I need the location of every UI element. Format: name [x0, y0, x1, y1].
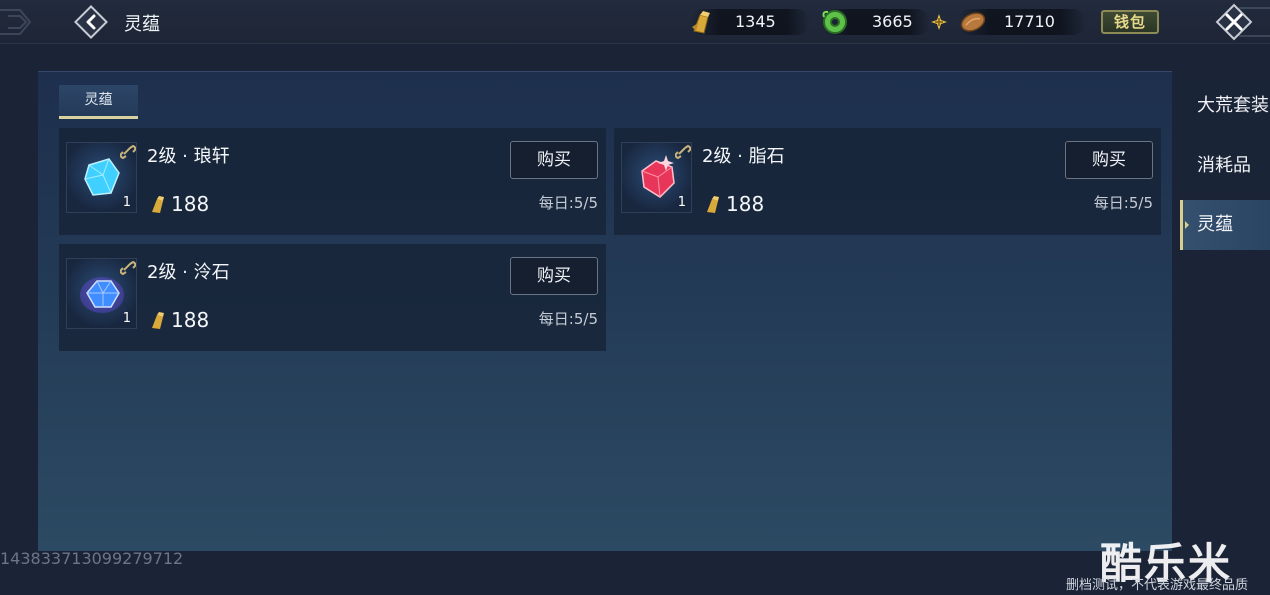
add-currency-icon[interactable] [930, 13, 948, 31]
buy-button[interactable]: 购买 [1065, 141, 1153, 179]
currency-gold-value: 1345 [735, 12, 776, 31]
shop-panel: 灵蕴 1 2级 · 琅轩 188 购买 每日:5/5 1 2级 · 脂石 188… [38, 71, 1172, 551]
copper-coin-icon [960, 12, 986, 32]
gold-ingot-icon [152, 312, 164, 329]
jade-coin-icon [822, 10, 847, 34]
close-button[interactable] [1210, 0, 1258, 44]
daily-limit: 每日:5/5 [1093, 194, 1153, 212]
user-id: 1438337130992​79712 [0, 549, 184, 568]
back-button[interactable] [74, 5, 108, 39]
shop-item-card: 1 2级 · 脂石 188 购买 每日:5/5 [614, 128, 1161, 235]
item-price: 188 [726, 192, 765, 216]
currency-copper-value: 17710 [1004, 12, 1055, 31]
shop-item-card: 1 2级 · 琅轩 188 购买 每日:5/5 [59, 128, 606, 235]
item-price: 188 [171, 192, 210, 216]
gold-ingot-icon [152, 196, 164, 213]
daily-limit: 每日:5/5 [538, 310, 598, 328]
ornament-icon [0, 9, 32, 35]
top-bar: 灵蕴 1345 3665 17710 钱包 [0, 0, 1270, 44]
gold-ingot-icon [692, 11, 710, 34]
buy-button[interactable]: 购买 [510, 141, 598, 179]
item-count: 1 [677, 195, 686, 210]
daily-limit: 每日:5/5 [538, 194, 598, 212]
currency-jade: 3665 [822, 9, 930, 35]
currency-gold: 1345 [690, 9, 810, 35]
link-icon [120, 144, 136, 160]
currency-copper: 17710 [958, 9, 1086, 35]
tab-lingyun[interactable]: 灵蕴 [59, 85, 138, 119]
test-disclaimer: 删档测试，不代表游戏最终品质 [1066, 578, 1249, 593]
side-tab-consumables[interactable]: 消耗品 [1180, 141, 1270, 191]
item-name: 2级 · 泠石 [147, 262, 230, 283]
page-title: 灵蕴 [124, 14, 160, 35]
item-count: 1 [122, 195, 131, 210]
gold-ingot-icon [707, 196, 719, 213]
item-name: 2级 · 琅轩 [147, 146, 230, 167]
buy-button[interactable]: 购买 [510, 257, 598, 295]
side-tab-dahuang-set[interactable]: 大荒套装 [1180, 81, 1270, 131]
item-name: 2级 · 脂石 [702, 146, 785, 167]
side-tab-lingyun[interactable]: 灵蕴 [1180, 200, 1270, 250]
item-count: 1 [122, 311, 131, 326]
wallet-button[interactable]: 钱包 [1101, 10, 1159, 34]
link-icon [675, 144, 691, 160]
currency-jade-value: 3665 [872, 12, 913, 31]
link-icon [120, 260, 136, 276]
shop-item-card: 1 2级 · 泠石 188 购买 每日:5/5 [59, 244, 606, 351]
item-price: 188 [171, 308, 210, 332]
